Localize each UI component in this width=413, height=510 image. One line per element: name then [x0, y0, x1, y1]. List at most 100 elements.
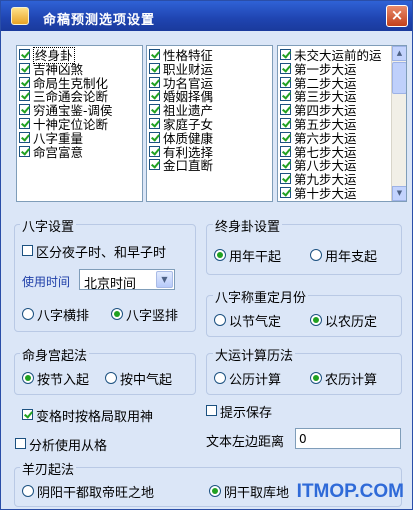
prompt-save-checkbox[interactable]: 提示保存 — [206, 402, 272, 421]
scroll-thumb[interactable] — [392, 62, 406, 94]
chevron-down-icon[interactable]: ▼ — [156, 271, 173, 288]
jieqi-radio[interactable]: 以节气定 — [214, 311, 281, 330]
list-item[interactable]: 祖业遗产 — [149, 103, 213, 117]
gongli-radio[interactable]: 公历计算 — [214, 369, 281, 388]
list-item-checkbox[interactable] — [280, 49, 291, 60]
list-item[interactable]: 职业财运 — [149, 62, 213, 76]
list-item-checkbox[interactable] — [149, 90, 160, 102]
list-item[interactable]: 性格特征 — [149, 48, 213, 62]
list-item[interactable]: 第二步大运 — [280, 76, 357, 90]
list-item-checkbox[interactable] — [149, 131, 160, 143]
bazi-vertical-radio[interactable]: 八字竖排 — [111, 305, 178, 324]
list-item[interactable]: 第五步大运 — [280, 117, 357, 131]
left-margin-field[interactable] — [296, 429, 400, 448]
list-item[interactable]: 八字重量 — [19, 131, 83, 145]
list-scrollbar[interactable]: ▲ ▼ — [391, 46, 406, 201]
list-item-checkbox[interactable] — [280, 76, 291, 88]
dayun-steps-list[interactable]: ▲ ▼ 未交大运前的运 第一步大运 第二步大运 第三步大运 第四步大运 第五步大运 第六步大… — [277, 45, 407, 202]
bazi-vertical-radio-dot[interactable] — [111, 307, 123, 320]
list-item-checkbox[interactable] — [19, 118, 30, 129]
list-item-checkbox[interactable] — [280, 173, 291, 185]
list-item-checkbox[interactable] — [280, 187, 291, 198]
list-item-checkbox[interactable] — [280, 104, 291, 116]
yin-gan-radio[interactable]: 阴干取库地 — [209, 482, 289, 501]
list-item[interactable]: 第七步大运 — [280, 145, 357, 159]
list-item-checkbox[interactable] — [149, 159, 160, 171]
list-item-checkbox[interactable] — [280, 90, 291, 102]
list-item-checkbox[interactable] — [149, 62, 160, 74]
life-aspects-list[interactable]: 性格特征 职业财运 功名官运 婚姻择偶 祖业遗产 家庭子女 体质健康 有利选择 金口直断 — [146, 45, 273, 202]
list-item-checkbox[interactable] — [280, 62, 291, 74]
list-item[interactable]: 婚姻择偶 — [149, 89, 213, 103]
list-item[interactable]: 十神定位论断 — [19, 117, 108, 131]
list-item[interactable]: 第八步大运 — [280, 158, 357, 172]
lunar-radio-dot[interactable] — [310, 313, 322, 326]
year-zhi-radio[interactable]: 用年支起 — [310, 246, 377, 265]
list-item[interactable]: 未交大运前的运 — [280, 48, 382, 62]
bazi-horizontal-radio-dot[interactable] — [22, 307, 34, 320]
list-item-checkbox[interactable] — [19, 131, 30, 143]
night-zi-checkbox-box[interactable] — [22, 245, 33, 256]
list-item[interactable]: 三命通会论断 — [19, 89, 108, 103]
basic-analysis-list[interactable]: 终身卦 吉神凶煞 命局生克制化 三命通会论断 穷通宝鉴-调侯 十神定位论断 八字重量 命宫富意 — [16, 45, 143, 202]
prompt-save-checkbox-box[interactable] — [206, 405, 217, 416]
left-margin-input[interactable] — [295, 428, 401, 449]
time-select[interactable]: 北京时间 ▼ — [79, 269, 175, 292]
list-item-checkbox[interactable] — [19, 49, 30, 60]
list-item[interactable]: 第三步大运 — [280, 89, 357, 103]
yang-gan-radio-dot[interactable] — [22, 484, 34, 497]
gongli-radio-dot[interactable] — [214, 371, 226, 384]
list-item[interactable]: 金口直断 — [149, 158, 213, 172]
list-item[interactable]: 终身卦 — [19, 47, 75, 64]
list-item[interactable]: 穷通宝鉴-调侯 — [19, 103, 113, 117]
list-item[interactable]: 命局生克制化 — [19, 76, 108, 90]
bianshi-checkbox-box[interactable] — [22, 409, 33, 420]
bianshi-checkbox[interactable]: 变格时按格局取用神 — [22, 406, 153, 425]
year-gan-radio[interactable]: 用年干起 — [214, 246, 281, 265]
list-item-checkbox[interactable] — [19, 62, 30, 74]
list-item-checkbox[interactable] — [149, 76, 160, 88]
scroll-down-arrow-icon[interactable]: ▼ — [392, 186, 406, 201]
list-item-checkbox[interactable] — [149, 104, 160, 116]
list-item-checkbox[interactable] — [19, 145, 30, 157]
list-item[interactable]: 第九步大运 — [280, 172, 357, 186]
close-button[interactable]: × — [386, 5, 408, 27]
jieqi-radio-dot[interactable] — [214, 313, 226, 326]
yin-gan-radio-dot[interactable] — [209, 484, 221, 497]
list-item-checkbox[interactable] — [149, 145, 160, 157]
list-item[interactable]: 命宫富意 — [19, 145, 83, 159]
nongli-radio-dot[interactable] — [310, 371, 322, 384]
list-item-checkbox[interactable] — [19, 90, 30, 102]
congge-checkbox[interactable]: 分析使用从格 — [15, 435, 107, 454]
list-item[interactable]: 功名官运 — [149, 76, 213, 90]
jieru-radio-dot[interactable] — [22, 371, 34, 384]
jieru-radio[interactable]: 按节入起 — [22, 369, 89, 388]
list-item[interactable]: 体质健康 — [149, 131, 213, 145]
list-item-checkbox[interactable] — [19, 76, 30, 88]
list-item-checkbox[interactable] — [149, 49, 160, 60]
list-item-checkbox[interactable] — [280, 145, 291, 157]
list-item[interactable]: 第十步大运 — [280, 186, 357, 200]
yang-gan-radio[interactable]: 阴阳干都取帝旺之地 — [22, 482, 154, 501]
list-item-checkbox[interactable] — [280, 159, 291, 171]
year-zhi-radio-dot[interactable] — [310, 248, 322, 261]
zhongqi-radio-dot[interactable] — [105, 371, 117, 384]
night-zi-checkbox[interactable]: 区分夜子时、和早子时 — [22, 242, 166, 261]
lunar-radio[interactable]: 以农历定 — [310, 311, 377, 330]
list-item-checkbox[interactable] — [149, 118, 160, 129]
list-item[interactable]: 有利选择 — [149, 145, 213, 159]
bazi-horizontal-radio[interactable]: 八字横排 — [22, 305, 89, 324]
list-item[interactable]: 第六步大运 — [280, 131, 357, 145]
nongli-radio[interactable]: 农历计算 — [310, 369, 377, 388]
list-item-checkbox[interactable] — [19, 104, 30, 116]
list-item[interactable]: 第四步大运 — [280, 103, 357, 117]
year-gan-radio-dot[interactable] — [214, 248, 226, 261]
list-item-checkbox[interactable] — [280, 118, 291, 129]
list-item-checkbox[interactable] — [280, 131, 291, 143]
list-item[interactable]: 第一步大运 — [280, 62, 357, 76]
list-item[interactable]: 吉神凶煞 — [19, 62, 83, 76]
scroll-up-arrow-icon[interactable]: ▲ — [392, 46, 406, 61]
zhongqi-radio[interactable]: 按中气起 — [105, 369, 172, 388]
list-item[interactable]: 家庭子女 — [149, 117, 213, 131]
congge-checkbox-box[interactable] — [15, 438, 26, 449]
